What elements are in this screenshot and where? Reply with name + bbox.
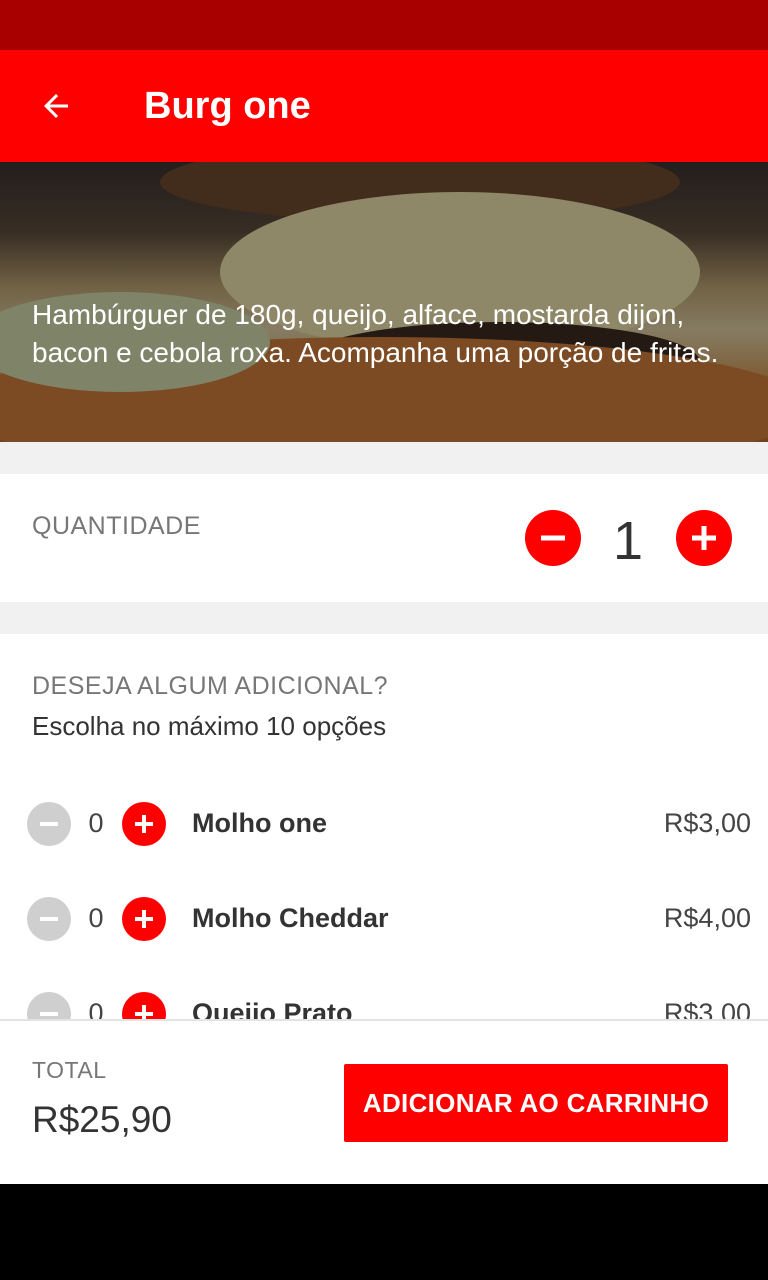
extras-title: DESEJA ALGUM ADICIONAL? xyxy=(32,672,389,700)
quantity-section: QUANTIDADE 1 xyxy=(0,474,768,602)
back-button[interactable] xyxy=(28,78,84,134)
checkout-footer: TOTAL R$25,90 ADICIONAR AO CARRINHO xyxy=(0,1019,768,1184)
plus-icon xyxy=(692,526,716,550)
extra-count: 0 xyxy=(88,998,104,1019)
divider xyxy=(0,442,768,474)
extra-decrease-button[interactable] xyxy=(27,992,71,1019)
minus-icon xyxy=(541,535,565,541)
extra-item: 0 Queijo Prato R$3,00 xyxy=(0,984,768,1019)
extra-name: Molho one xyxy=(192,808,327,838)
extra-item: 0 Molho one R$3,00 xyxy=(0,794,768,854)
extra-count: 0 xyxy=(88,903,104,933)
extras-subtitle: Escolha no máximo 10 opções xyxy=(32,711,387,741)
divider xyxy=(0,602,768,634)
app-bar: Burg one xyxy=(0,50,768,162)
quantity-decrease-button[interactable] xyxy=(525,510,581,566)
extras-section: DESEJA ALGUM ADICIONAL? Escolha no máxim… xyxy=(0,634,768,1019)
extra-item: 0 Molho Cheddar R$4,00 xyxy=(0,889,768,949)
status-bar xyxy=(0,0,768,50)
total-label: TOTAL xyxy=(32,1057,107,1083)
plus-icon xyxy=(135,910,153,928)
extra-name: Queijo Prato xyxy=(192,998,353,1019)
page-title: Burg one xyxy=(144,84,311,127)
system-nav-bar xyxy=(0,1184,768,1280)
product-image: Hambúrguer de 180g, queijo, alface, most… xyxy=(0,162,768,442)
minus-icon xyxy=(40,917,58,921)
extra-price: R$3,00 xyxy=(663,808,751,838)
quantity-label: QUANTIDADE xyxy=(32,512,201,540)
arrow-left-icon xyxy=(44,94,68,118)
minus-icon xyxy=(40,1012,58,1016)
extra-count: 0 xyxy=(88,808,104,838)
plus-icon xyxy=(135,1005,153,1019)
extra-decrease-button[interactable] xyxy=(27,897,71,941)
extra-decrease-button[interactable] xyxy=(27,802,71,846)
add-to-cart-button[interactable]: ADICIONAR AO CARRINHO xyxy=(344,1064,728,1142)
product-description: Hambúrguer de 180g, queijo, alface, most… xyxy=(32,299,719,368)
extra-increase-button[interactable] xyxy=(122,802,166,846)
plus-icon xyxy=(135,815,153,833)
extra-price: R$3,00 xyxy=(663,998,751,1019)
quantity-increase-button[interactable] xyxy=(676,510,732,566)
extra-name: Molho Cheddar xyxy=(192,903,389,933)
extra-increase-button[interactable] xyxy=(122,897,166,941)
quantity-value: 1 xyxy=(612,511,644,571)
minus-icon xyxy=(40,822,58,826)
total-value: R$25,90 xyxy=(32,1099,172,1140)
extra-price: R$4,00 xyxy=(663,903,751,933)
extra-increase-button[interactable] xyxy=(122,992,166,1019)
